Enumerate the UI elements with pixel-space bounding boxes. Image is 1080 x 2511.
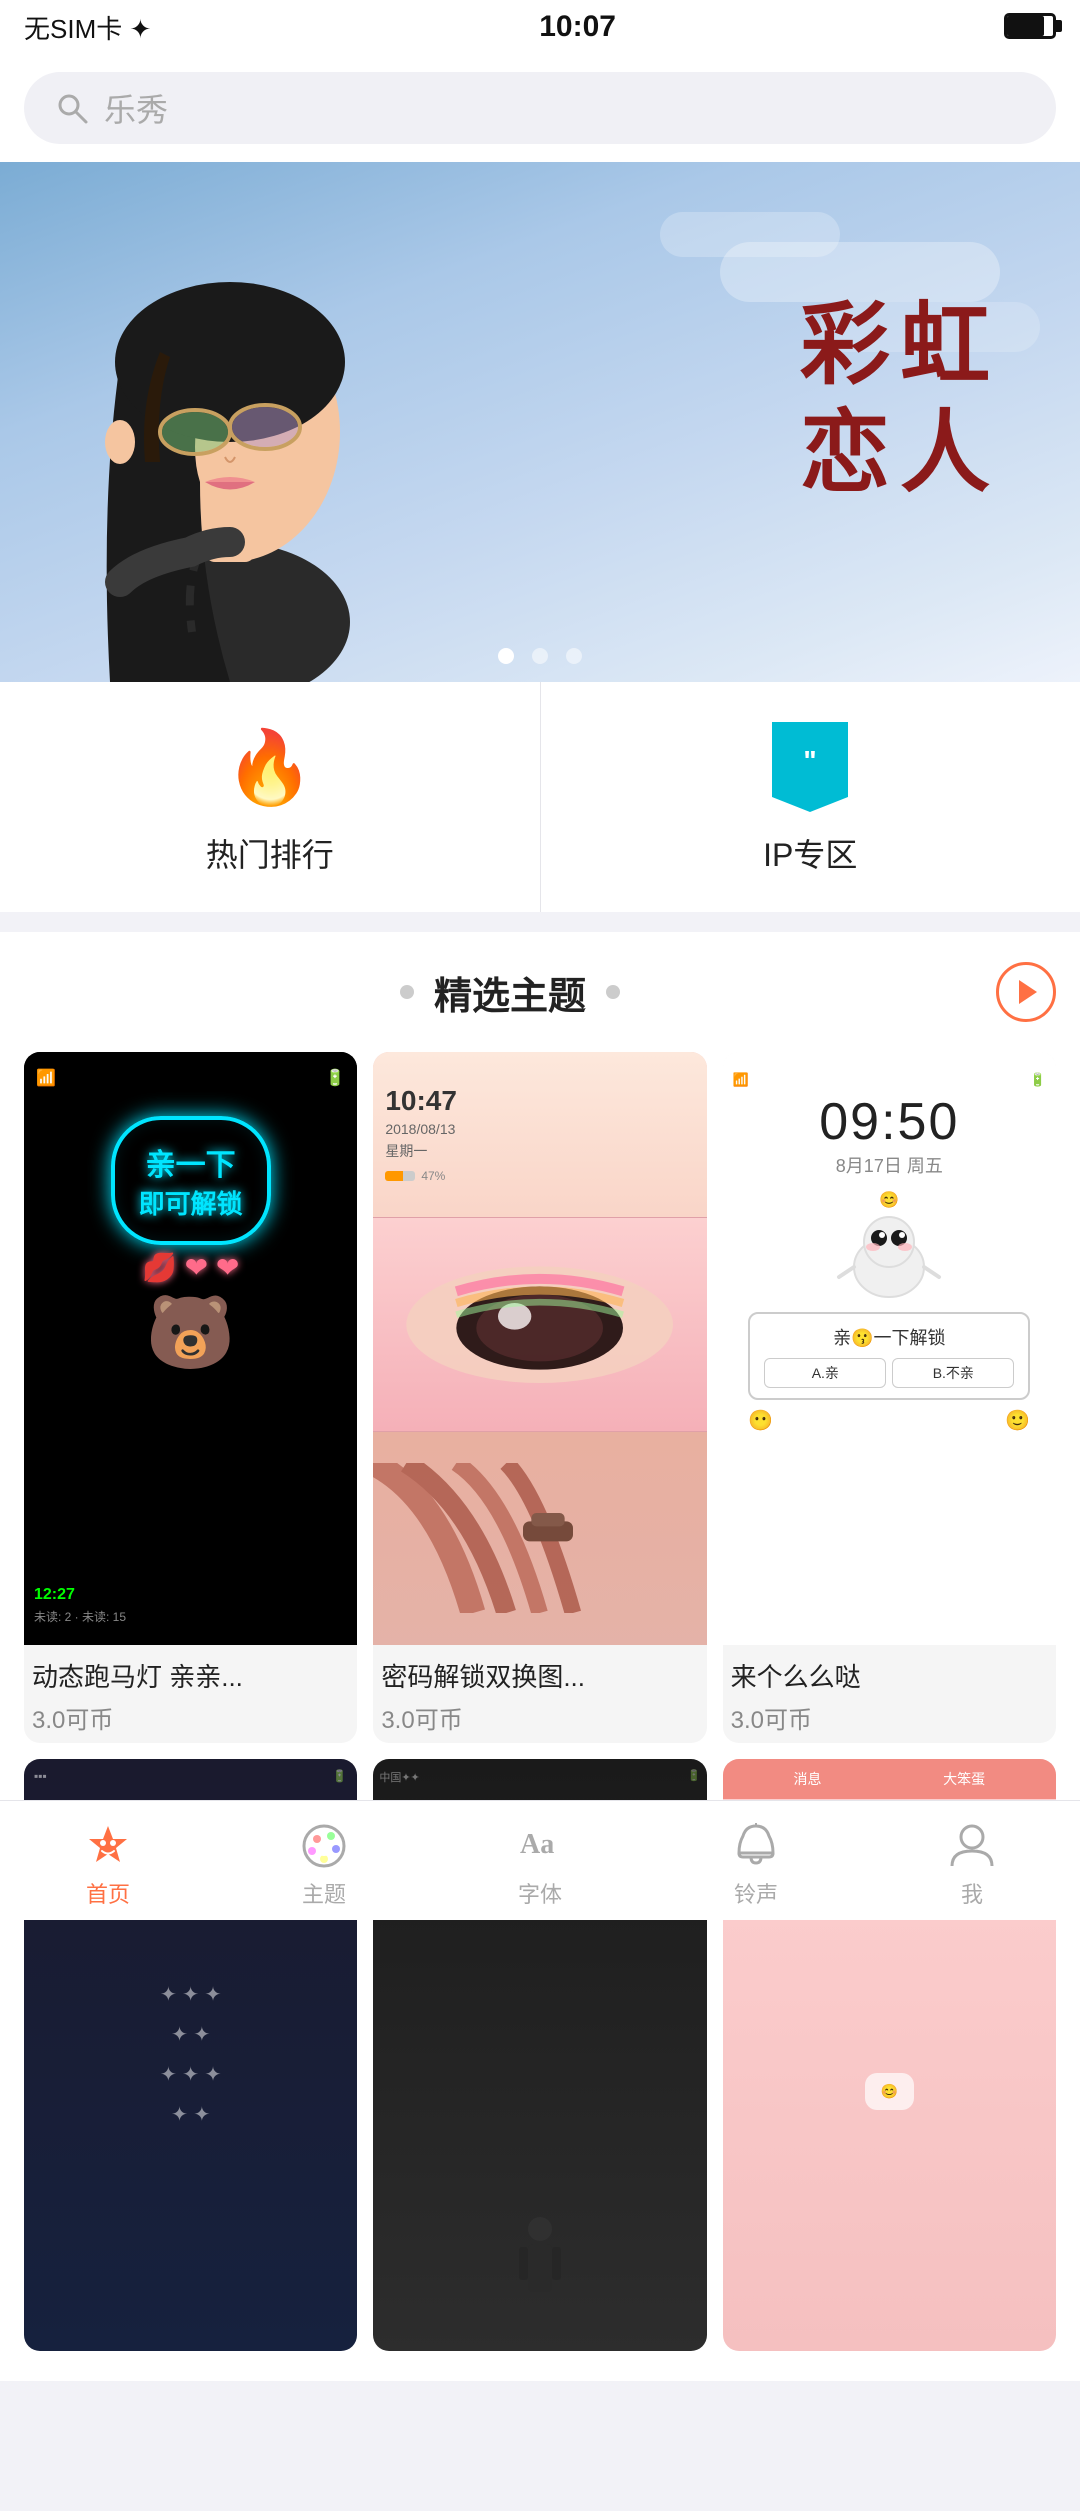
svg-text:Aa: Aa <box>520 1829 554 1860</box>
svg-text:": " <box>804 745 817 776</box>
time-display: 10:07 <box>539 10 616 44</box>
nav-font-label: 字体 <box>518 1877 562 1909</box>
theme-thumb-3: 📶🔋 09:50 8月17日 周五 😊 <box>723 1052 1056 1645</box>
nav-ringtone-label: 铃声 <box>734 1877 778 1909</box>
theme-info-2: 密码解锁双换图... 3.0可币 <box>373 1645 706 1743</box>
cute-character <box>829 1212 949 1312</box>
nav-me[interactable]: 我 <box>864 1813 1080 1909</box>
bell-icon <box>731 1821 781 1871</box>
nav-ringtone[interactable]: 铃声 <box>648 1813 864 1909</box>
ip-icon-wrap: " <box>765 722 855 812</box>
theme-price-3: 3.0可币 <box>731 1700 1048 1735</box>
flame-icon-wrap: 🔥 <box>225 722 315 812</box>
nav-me-label: 我 <box>961 1877 983 1909</box>
thumb1-time: 12:27 <box>34 1586 347 1604</box>
theme-price-2: 3.0可币 <box>381 1700 698 1735</box>
thumb1-text1: 亲一下 <box>139 1140 243 1184</box>
hot-rank-label: 热门排行 <box>206 830 334 876</box>
nav-theme-label: 主题 <box>302 1877 346 1909</box>
theme-name-3: 来个么么哒 <box>731 1657 1048 1694</box>
section-dot-right <box>606 985 620 999</box>
theme-card-3[interactable]: 📶🔋 09:50 8月17日 周五 😊 <box>723 1052 1056 1743</box>
dot-3 <box>566 648 582 664</box>
ip-zone-label: IP专区 <box>763 830 857 876</box>
battery-icon <box>1004 11 1056 43</box>
quick-actions: 🔥 热门排行 " IP专区 <box>0 682 1080 912</box>
bottom-nav: 首页 主题 Aa 字体 铃声 <box>0 1800 1080 1920</box>
bookmark-icon: " <box>772 722 848 812</box>
thumb1-bubble: 亲一下 即可解锁 <box>111 1116 271 1245</box>
hot-rank-button[interactable]: 🔥 热门排行 <box>0 682 541 912</box>
theme-grid: 📶🔋 亲一下 即可解锁 💋 ❤ ❤ 🐻 12:27 <box>24 1052 1056 1743</box>
flame-icon: 🔥 <box>225 725 315 810</box>
btn-a: A.亲 <box>764 1358 886 1388</box>
palette-icon <box>299 1821 349 1871</box>
thumb3-time: 09:50 <box>819 1092 959 1152</box>
dot-1 <box>498 648 514 664</box>
nav-font[interactable]: Aa 字体 <box>432 1813 648 1909</box>
theme-name-2: 密码解锁双换图... <box>381 1657 698 1694</box>
theme-thumb-2: 10:47 2018/08/13 星期一 47% <box>373 1052 706 1645</box>
thumb3-date: 8月17日 周五 <box>836 1152 943 1178</box>
nav-theme[interactable]: 主题 <box>216 1813 432 1909</box>
status-bar: 无SIM卡 ✦ 10:07 <box>0 0 1080 54</box>
search-bar[interactable]: 乐秀 <box>24 72 1056 144</box>
banner-illustration <box>40 202 420 682</box>
thumb3-unlock-title: 亲😗一下解锁 <box>764 1324 1014 1350</box>
search-placeholder: 乐秀 <box>104 85 168 131</box>
theme-info-1: 动态跑马灯 亲亲... 3.0可币 <box>24 1645 357 1743</box>
banner[interactable]: 彩虹恋人 <box>0 162 1080 682</box>
section-title: 精选主题 <box>434 965 586 1020</box>
thumb2-time: 10:47 <box>385 1085 457 1117</box>
nav-home-label: 首页 <box>86 1877 130 1909</box>
main-content: 无SIM卡 ✦ 10:07 乐秀 <box>0 0 1080 2511</box>
theme-info-3: 来个么么哒 3.0可币 <box>723 1645 1056 1743</box>
theme-name-1: 动态跑马灯 亲亲... <box>32 1657 349 1694</box>
theme-card-1[interactable]: 📶🔋 亲一下 即可解锁 💋 ❤ ❤ 🐻 12:27 <box>24 1052 357 1743</box>
search-bar-wrap: 乐秀 <box>0 54 1080 162</box>
pink-top-bar: 消息 大笨蛋 <box>723 1759 1056 1799</box>
btn-b: B.不亲 <box>892 1358 1014 1388</box>
section-title-wrap: 精选主题 <box>24 965 996 1020</box>
theme-price-1: 3.0可币 <box>32 1700 349 1735</box>
nav-home[interactable]: 首页 <box>0 1813 216 1909</box>
home-star-icon <box>83 1821 133 1871</box>
person-icon <box>947 1821 997 1871</box>
featured-section: 精选主题 📶🔋 亲一下 <box>0 932 1080 2381</box>
search-icon <box>54 90 90 126</box>
banner-dots <box>498 648 582 664</box>
theme-thumb-1: 📶🔋 亲一下 即可解锁 💋 ❤ ❤ 🐻 12:27 <box>24 1052 357 1645</box>
theme-card-2[interactable]: 10:47 2018/08/13 星期一 47% <box>373 1052 706 1743</box>
status-right <box>1004 11 1056 43</box>
dot-2 <box>532 648 548 664</box>
ip-zone-button[interactable]: " IP专区 <box>541 682 1080 912</box>
section-dot-left <box>400 985 414 999</box>
font-icon: Aa <box>515 1821 565 1871</box>
chevron-right-icon <box>1019 980 1037 1004</box>
more-button[interactable] <box>996 962 1056 1022</box>
thumb2-date: 2018/08/13 <box>385 1121 455 1137</box>
section-header: 精选主题 <box>24 962 1056 1022</box>
banner-title: 彩虹恋人 <box>800 292 1000 508</box>
thumb1-text2: 即可解锁 <box>139 1184 243 1221</box>
thumb3-unlock: 亲😗一下解锁 A.亲 B.不亲 <box>748 1312 1030 1400</box>
carrier-text: 无SIM卡 ✦ <box>24 9 151 46</box>
